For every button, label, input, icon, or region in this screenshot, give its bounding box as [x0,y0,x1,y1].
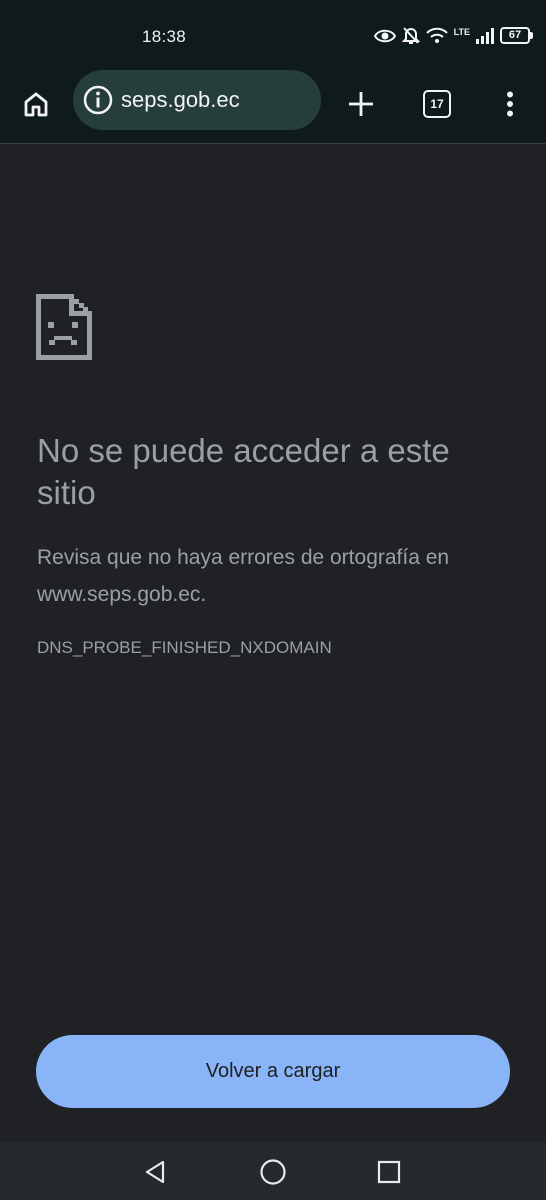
error-description: Revisa que no haya errores de ortografía… [37,546,450,606]
new-tab-button[interactable] [339,82,383,126]
more-menu-button[interactable] [488,82,532,126]
status-icons: LTE 67 [373,26,533,45]
info-icon[interactable] [83,85,113,115]
plus-icon [349,92,373,116]
recents-square-icon [377,1160,401,1184]
home-circle-icon [260,1159,286,1185]
home-nav-button[interactable] [257,1156,289,1188]
wifi-icon [425,27,448,43]
error-title: No se puede acceder a este sitio [37,432,450,511]
tab-switcher-icon: 17 [423,90,451,118]
home-button[interactable] [14,82,58,126]
eye-icon [373,29,396,42]
back-triangle-icon [145,1160,165,1184]
network-type: LTE [453,26,470,37]
error-code: DNS_PROBE_FINISHED_NXDOMAIN [37,638,332,657]
recents-button[interactable] [373,1156,405,1188]
reload-button[interactable]: Volver a cargar [36,1035,510,1108]
bell-off-icon [401,27,420,44]
more-vert-icon [507,91,513,117]
battery-icon: 67 [500,27,533,44]
sad-document-icon [36,294,92,360]
url-text[interactable]: seps.gob.ec [121,87,240,113]
omnibox[interactable]: seps.gob.ec [73,70,321,130]
signal-icon [476,27,494,44]
status-time: 18:38 [142,27,187,46]
status-bar: 18:38 LTE 67 [0,0,546,72]
browser-toolbar: seps.gob.ec 17 [0,70,546,144]
tab-switcher-button[interactable]: 17 [415,82,459,126]
home-icon [24,92,48,117]
system-navigation-bar [0,1142,546,1200]
back-button[interactable] [140,1156,172,1188]
